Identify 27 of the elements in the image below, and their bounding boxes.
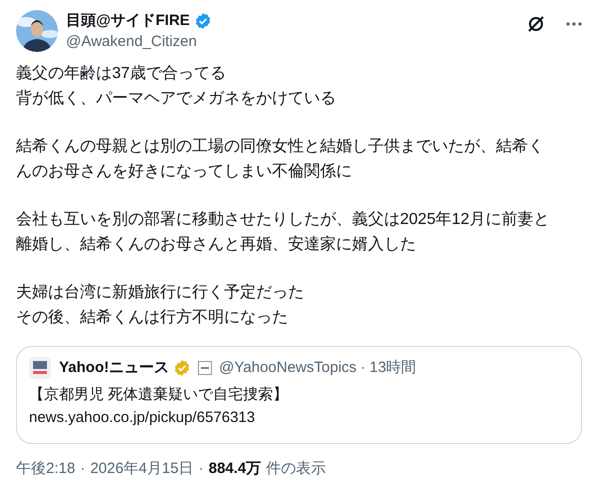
quoted-text-line: news.yahoo.co.jp/pickup/6576313 — [29, 408, 255, 428]
quoted-text-line: 【京都男児 死体遺棄疑いで自宅捜索】 — [29, 385, 288, 405]
slashed-circle-icon[interactable] — [526, 14, 546, 34]
separator-dot: · — [360, 358, 366, 378]
tweet-text-line: 会社も互いを別の部署に移動させたりしたが、義父は2025年12月に前妻と — [16, 210, 550, 230]
quoted-time: 13時間 — [370, 358, 416, 378]
tweet-text-line: その後、結希くんは行方不明になった — [16, 308, 288, 328]
quoted-handle: @YahooNewsTopics — [219, 358, 357, 378]
separator-dot: · — [80, 459, 86, 479]
tweet-text-line: 義父の年齢は37歳で合ってる — [16, 64, 226, 84]
views-label: 件の表示 — [266, 459, 326, 479]
quoted-author-name: Yahoo!ニュース — [59, 358, 170, 378]
tweet-text-line: 結希くんの母親とは別の工場の同僚女性と結婚し子供までいたが、結希く — [16, 136, 544, 157]
post-date[interactable]: 2026年4月15日 — [90, 458, 194, 480]
author-name[interactable]: 目頭@サイドFIRE — [66, 10, 190, 32]
tweet-text-line: 離婚し、結希くんのお母さんと再婚、安達家に婿入した — [16, 234, 416, 254]
news-logo-icon — [29, 357, 51, 379]
affiliate-box-icon — [198, 361, 212, 375]
tweet-text-line: 夫婦は台湾に新婚旅行に行く予定だった — [16, 282, 304, 303]
quoted-tweet-card[interactable]: Yahoo!ニュース @YahooNewsTopics · 13時間 【京都男児 死体遺棄疑いで自宅捜索】 news.yahoo.co.jp/pickup/6576313 — [16, 346, 582, 444]
separator-dot: · — [198, 459, 204, 479]
tweet-text-line: 背が低く、パーマヘアでメガネをかけている — [16, 88, 336, 108]
tweet-text-line: んのお母さんを好きになってしまい不倫関係に — [16, 162, 352, 182]
more-icon[interactable] — [566, 22, 582, 26]
view-count: 884.4万 — [208, 459, 262, 479]
author-handle[interactable]: @Awakend_Citizen — [66, 32, 212, 52]
post-time[interactable]: 午後2:18 — [16, 458, 76, 480]
